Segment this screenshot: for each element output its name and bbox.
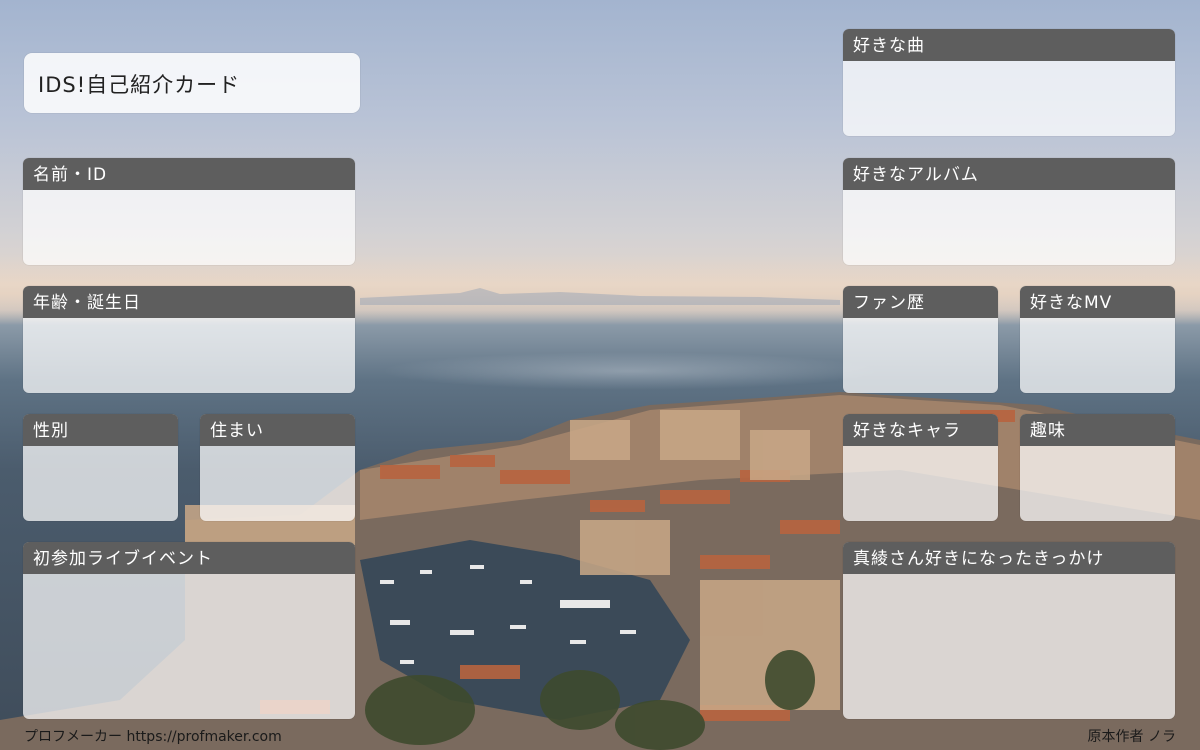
field-label: 真綾さん好きになったきっかけ	[843, 542, 1175, 574]
field-label: 初参加ライブイベント	[23, 542, 355, 574]
field-label: 趣味	[1020, 414, 1175, 446]
field-input-area[interactable]	[23, 318, 355, 393]
field-residence[interactable]: 住まい	[200, 414, 355, 521]
field-label: 住まい	[200, 414, 355, 446]
field-label: 好きな曲	[843, 29, 1175, 61]
field-input-area[interactable]	[843, 61, 1175, 136]
field-label: 好きなアルバム	[843, 158, 1175, 190]
field-input-area[interactable]	[23, 190, 355, 265]
field-hobby[interactable]: 趣味	[1020, 414, 1175, 521]
field-label: ファン歴	[843, 286, 998, 318]
field-favorite-song[interactable]: 好きな曲	[843, 29, 1175, 136]
field-reason[interactable]: 真綾さん好きになったきっかけ	[843, 542, 1175, 719]
field-input-area[interactable]	[843, 574, 1175, 719]
profile-card: IDS!自己紹介カード 名前・ID 年齢・誕生日 性別 住まい 初参加ライブイベ…	[0, 0, 1200, 750]
field-input-area[interactable]	[843, 190, 1175, 265]
field-name-id[interactable]: 名前・ID	[23, 158, 355, 265]
field-label: 名前・ID	[23, 158, 355, 190]
field-input-area[interactable]	[843, 446, 998, 521]
field-fan-history[interactable]: ファン歴	[843, 286, 998, 393]
field-gender[interactable]: 性別	[23, 414, 178, 521]
field-input-area[interactable]	[23, 446, 178, 521]
footer-credit-right: 原本作者 ノラ	[1087, 729, 1176, 745]
field-input-area[interactable]	[200, 446, 355, 521]
field-label: 好きなMV	[1020, 286, 1175, 318]
field-input-area[interactable]	[1020, 318, 1175, 393]
field-input-area[interactable]	[843, 318, 998, 393]
field-label: 好きなキャラ	[843, 414, 998, 446]
field-favorite-mv[interactable]: 好きなMV	[1020, 286, 1175, 393]
footer-credit-left: プロフメーカー https://profmaker.com	[24, 729, 282, 745]
card-title-box: IDS!自己紹介カード	[24, 53, 360, 113]
field-favorite-album[interactable]: 好きなアルバム	[843, 158, 1175, 265]
field-label: 性別	[23, 414, 178, 446]
field-input-area[interactable]	[1020, 446, 1175, 521]
field-first-live-event[interactable]: 初参加ライブイベント	[23, 542, 355, 719]
field-favorite-character[interactable]: 好きなキャラ	[843, 414, 998, 521]
field-label: 年齢・誕生日	[23, 286, 355, 318]
field-input-area[interactable]	[23, 574, 355, 719]
card-title: IDS!自己紹介カード	[38, 73, 241, 97]
field-age-birthday[interactable]: 年齢・誕生日	[23, 286, 355, 393]
